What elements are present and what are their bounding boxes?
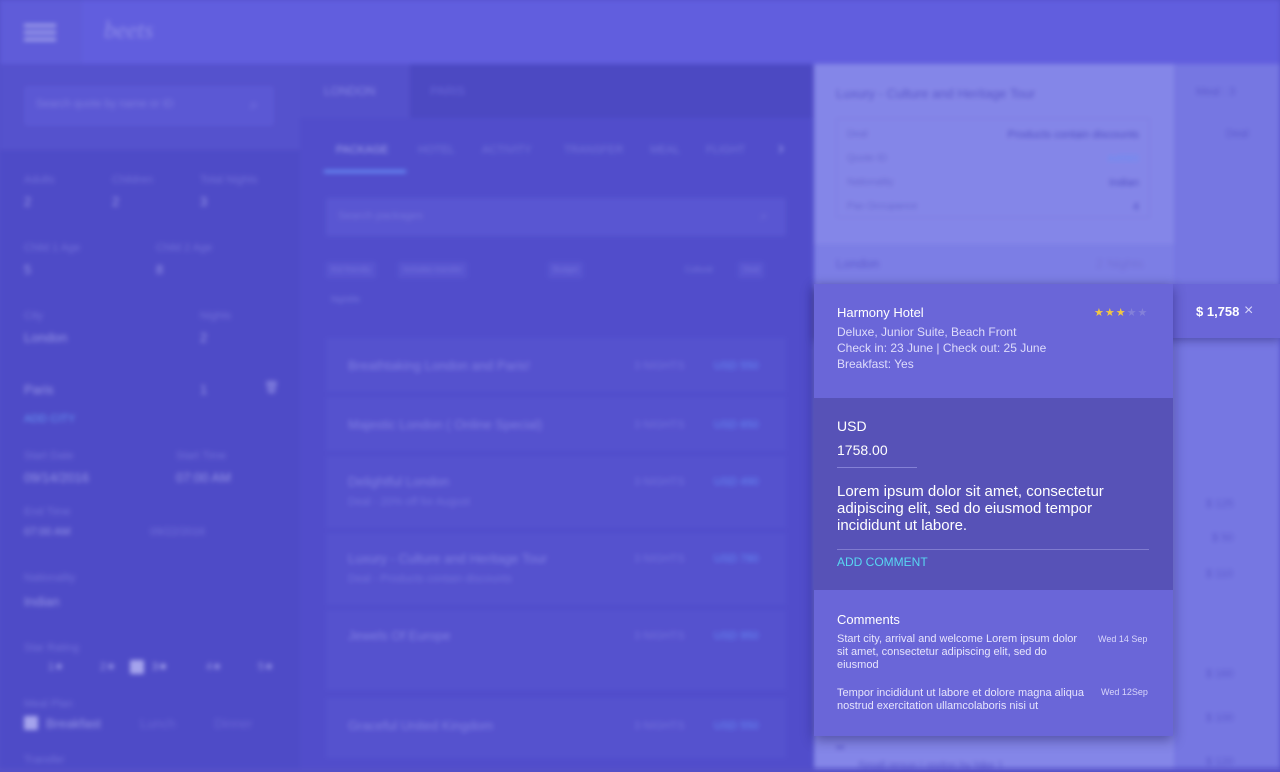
star-filled-icon: ★ — [1104, 307, 1116, 319]
star-filled-icon: ★ — [1115, 307, 1127, 319]
star-filled-icon: ★ — [1094, 307, 1105, 319]
comment-date: Wed 12Sep — [1101, 687, 1148, 697]
price-section: USD 1758.00 Lorem ipsum dolor sit amet, … — [814, 398, 1173, 590]
close-icon[interactable]: × — [1244, 302, 1253, 320]
amount-field[interactable]: 1758.00 — [837, 442, 888, 458]
star-empty-icon: ★ — [1137, 307, 1149, 319]
hotel-total-price: $ 1,758 — [1196, 304, 1240, 319]
star-rating: ★★★★★ — [1094, 306, 1148, 319]
hotel-breakfast: Breakfast: Yes — [837, 357, 914, 371]
currency-field[interactable]: USD — [837, 418, 867, 434]
hotel-dates: Check in: 23 June | Check out: 25 June — [837, 341, 1047, 355]
star-empty-icon: ★ — [1126, 307, 1138, 319]
comments-section: Comments Start city, arrival and welcome… — [814, 590, 1173, 736]
comment-text: Tempor incididunt ut labore et dolore ma… — [837, 687, 1085, 712]
hotel-name: Harmony Hotel — [837, 305, 924, 320]
hotel-detail-popup: Harmony Hotel ★★★★★ Deluxe, Junior Suite… — [814, 284, 1173, 736]
description-text: Lorem ipsum dolor sit amet, consectetur … — [837, 483, 1104, 534]
amount-underline — [837, 467, 917, 468]
hotel-summary: Harmony Hotel ★★★★★ Deluxe, Junior Suite… — [814, 284, 1173, 398]
hotel-room: Deluxe, Junior Suite, Beach Front — [837, 325, 1017, 339]
divider — [837, 549, 1149, 550]
comment-date: Wed 14 Sep — [1098, 634, 1148, 644]
comment-text: Start city, arrival and welcome Lorem ip… — [837, 633, 1078, 671]
comments-title: Comments — [837, 612, 900, 627]
add-comment-button[interactable]: ADD COMMENT — [837, 555, 928, 569]
